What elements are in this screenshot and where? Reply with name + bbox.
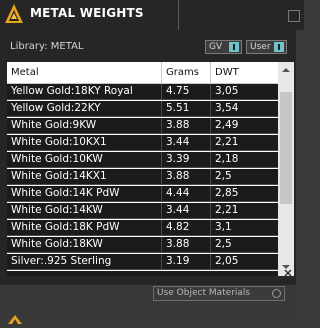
table-row[interactable]: White Gold:10KX1 3.44 2,21 <box>7 135 278 151</box>
metal-cell: White Gold:10KW <box>11 153 103 165</box>
chevron-up-icon[interactable] <box>278 62 294 78</box>
panel-edge <box>296 30 304 318</box>
grams-cell: 3.44 <box>161 203 210 218</box>
grams-cell: 3.19 <box>161 254 210 269</box>
dwt-cell: 2,49 <box>210 118 278 133</box>
grams-cell: 3.44 <box>161 135 210 150</box>
dwt-cell: 2,5 <box>210 237 278 252</box>
metal-cell: White Gold:14KW <box>11 204 103 216</box>
metal-cell: Yellow Gold:22KY <box>11 102 101 114</box>
dwt-cell: 2,21 <box>210 135 278 150</box>
table-row-partial[interactable] <box>7 271 278 276</box>
table-row[interactable]: White Gold:9KW 3.88 2,49 <box>7 118 278 134</box>
metal-weights-table: Metal Grams DWT Yellow Gold:18KY Royal 4… <box>7 62 278 276</box>
title-divider <box>178 0 179 30</box>
dwt-cell: 2,21 <box>210 203 278 218</box>
close-icon[interactable] <box>282 264 294 277</box>
column-header-metal[interactable]: Metal <box>7 62 161 83</box>
metal-cell: White Gold:14KX1 <box>11 170 107 182</box>
dwt-cell: 2,18 <box>210 152 278 167</box>
table-row[interactable]: White Gold:18KW 3.88 2,5 <box>7 237 278 253</box>
dwt-cell: 3,1 <box>210 220 278 235</box>
metal-cell: White Gold:10KX1 <box>11 136 107 148</box>
gv-toggle-label: GV <box>209 42 223 52</box>
table-row[interactable]: White Gold:18K PdW 4.82 3,1 <box>7 220 278 236</box>
metal-cell: Silver:.925 Sterling <box>11 255 112 267</box>
grams-cell: 3.88 <box>161 237 210 252</box>
table-row[interactable]: White Gold:10KW 3.39 2,18 <box>7 152 278 168</box>
table-row[interactable]: White Gold:14KX1 3.88 2,5 <box>7 169 278 185</box>
grams-cell: 4.44 <box>161 186 210 201</box>
use-object-materials-toggle[interactable]: Use Object Materials <box>153 286 285 301</box>
window-title: METAL WEIGHTS <box>30 6 144 20</box>
column-header-grams[interactable]: Grams <box>161 62 210 83</box>
grams-cell: 3.88 <box>161 169 210 184</box>
table-scrollbar[interactable] <box>278 62 294 276</box>
user-toggle-indicator <box>274 42 284 52</box>
metal-cell: White Gold:9KW <box>11 119 97 131</box>
table-row[interactable]: White Gold:14K PdW 4.44 2,85 <box>7 186 278 202</box>
dwt-cell: 3,54 <box>210 101 278 116</box>
grams-cell: 3.39 <box>161 152 210 167</box>
grams-cell: 3.88 <box>161 118 210 133</box>
grams-cell: 5.51 <box>161 101 210 116</box>
table-header: Metal Grams DWT <box>7 62 278 84</box>
gv-toggle[interactable]: GV <box>205 40 242 54</box>
grams-cell: 4.82 <box>161 220 210 235</box>
user-toggle-label: User <box>250 42 271 52</box>
logo-fragment-icon <box>8 309 22 324</box>
radio-icon <box>272 289 281 298</box>
table-row[interactable]: Silver:.925 Sterling 3.19 2,05 <box>7 254 278 270</box>
metal-cell: White Gold:18K PdW <box>11 221 120 233</box>
gv-toggle-indicator <box>229 42 239 52</box>
table-row[interactable]: Yellow Gold:22KY 5.51 3,54 <box>7 101 278 117</box>
use-object-materials-label: Use Object Materials <box>157 288 251 298</box>
dwt-cell: 2,85 <box>210 186 278 201</box>
scrollbar-thumb[interactable] <box>280 92 292 204</box>
panel-options-button[interactable] <box>288 10 300 22</box>
library-label: Library: METAL <box>10 41 84 52</box>
table-row[interactable]: White Gold:14KW 3.44 2,21 <box>7 203 278 219</box>
metal-cell: Yellow Gold:18KY Royal <box>11 85 133 97</box>
dwt-cell: 2,5 <box>210 169 278 184</box>
grams-cell: 4.75 <box>161 84 210 99</box>
user-toggle[interactable]: User <box>246 40 287 54</box>
column-header-dwt[interactable]: DWT <box>210 62 278 83</box>
dwt-cell: 2,05 <box>210 254 278 269</box>
table-row[interactable]: Yellow Gold:18KY Royal 4.75 3,05 <box>7 84 278 100</box>
app-logo-icon <box>4 3 24 25</box>
dwt-cell: 3,05 <box>210 84 278 99</box>
metal-cell: White Gold:14K PdW <box>11 187 120 199</box>
metal-cell: White Gold:18KW <box>11 238 103 250</box>
